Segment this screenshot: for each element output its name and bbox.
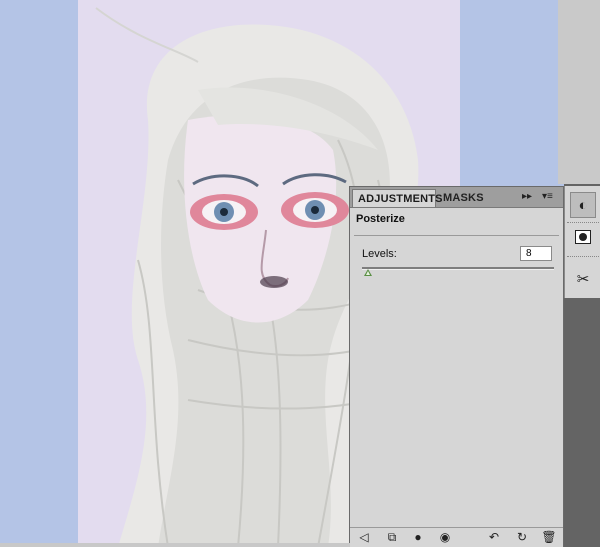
- clip-to-layer-icon[interactable]: ⧉: [384, 530, 400, 544]
- tab-masks[interactable]: MASKS: [438, 189, 486, 207]
- double-arrow-right-icon[interactable]: ▸▸: [522, 190, 532, 204]
- tools-icon[interactable]: ✂: [570, 266, 596, 292]
- masks-icon[interactable]: [570, 224, 596, 250]
- adjustments-icon[interactable]: ◐: [570, 192, 596, 218]
- panel-dock-background: [558, 0, 600, 184]
- reset-icon[interactable]: ↻: [514, 530, 530, 544]
- strip-divider: [567, 256, 599, 257]
- panel-title: Posterize: [356, 213, 405, 225]
- tab-adjustments[interactable]: ADJUSTMENTS: [352, 189, 443, 207]
- strip-divider: [567, 222, 599, 223]
- view-previous-state-icon[interactable]: ↶: [486, 530, 502, 544]
- levels-slider-thumb[interactable]: [363, 269, 372, 276]
- panel-tab-bar: ADJUSTMENTS MASKS ▸▸ ▾≡: [350, 187, 563, 208]
- levels-slider-track[interactable]: [362, 267, 554, 270]
- levels-input[interactable]: 8: [520, 246, 552, 261]
- title-divider: [354, 235, 559, 236]
- layer-mask-icon[interactable]: ●: [410, 530, 426, 544]
- panel-menu-icon[interactable]: ▾≡: [542, 190, 553, 204]
- panel-bottom-toolbar: ◁ ⧉ ● ◉ ↶ ↻ 🗑: [350, 527, 563, 547]
- delete-icon[interactable]: 🗑: [541, 530, 557, 544]
- back-arrow-icon[interactable]: ◁: [356, 530, 372, 544]
- adjustments-panel: ADJUSTMENTS MASKS ▸▸ ▾≡ Posterize Levels…: [349, 186, 564, 547]
- panel-icon-strip: ◐ ✂: [564, 186, 600, 298]
- visibility-eye-icon[interactable]: ◉: [437, 530, 453, 544]
- levels-label: Levels:: [362, 248, 397, 260]
- status-strip: [0, 543, 350, 547]
